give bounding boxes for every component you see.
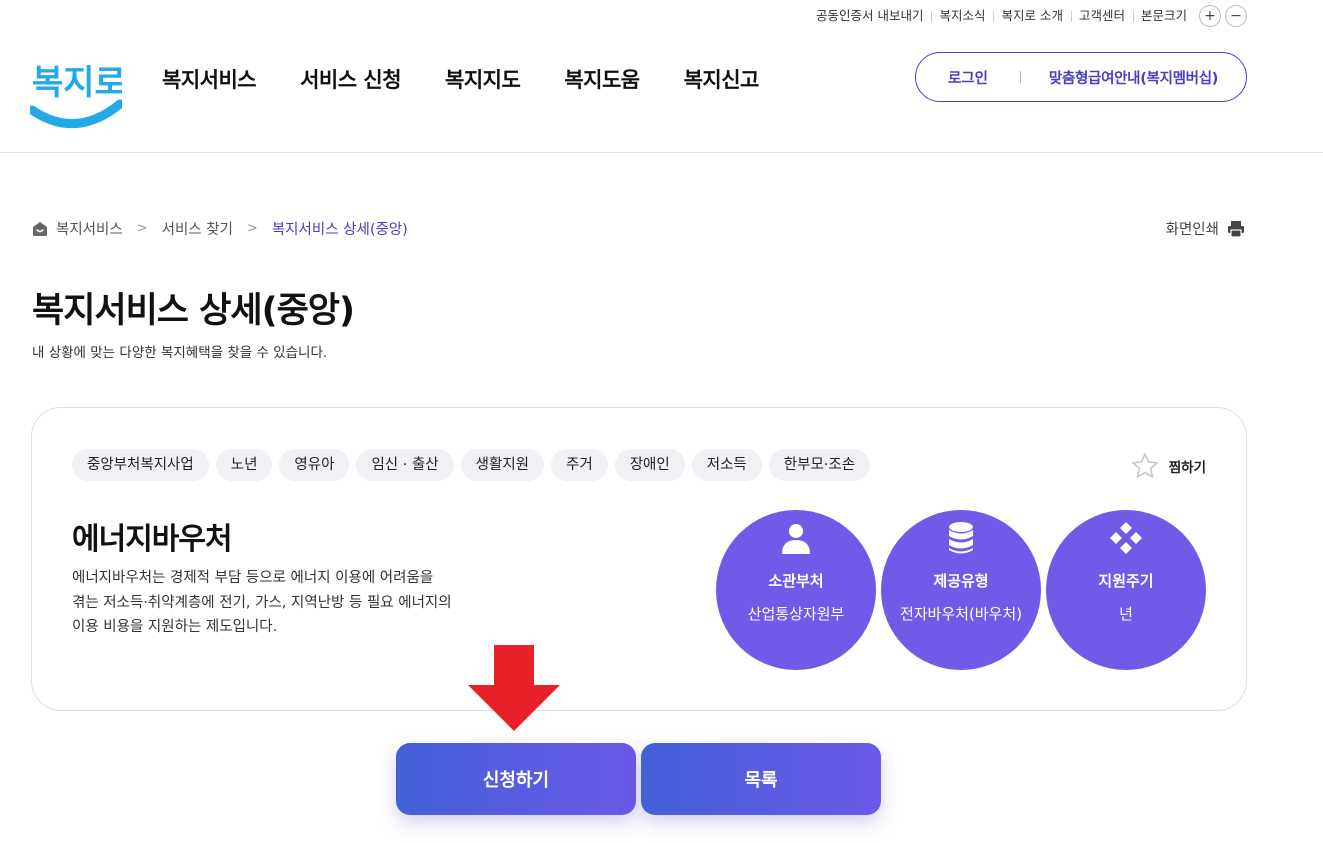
service-name: 에너지바우처	[72, 522, 233, 557]
service-info-list: 소관부처 산업통상자원부 제공유형 전자바우처(바우처) 지원주기 년	[716, 510, 1211, 670]
person-icon	[778, 520, 814, 556]
utility-bar: 공동인증서 내보내기 복지소식 복지로 소개 고객센터 본문크기 + −	[808, 4, 1247, 28]
tag[interactable]: 노년	[215, 449, 273, 481]
cycle-icon	[1108, 520, 1144, 556]
tag[interactable]: 임신 · 출산	[356, 449, 454, 481]
info-value: 년	[1119, 605, 1133, 623]
breadcrumb-item-current: 복지서비스 상세(중앙)	[271, 222, 408, 238]
page-title: 복지서비스 상세(중앙)	[32, 291, 355, 331]
nav-welfare-report[interactable]: 복지신고	[684, 64, 760, 94]
membership-button[interactable]: 맞춤형급여안내(복지멤버십)	[1021, 67, 1246, 88]
util-link-cert-export[interactable]: 공동인증서 내보내기	[808, 4, 931, 28]
home-icon[interactable]	[32, 221, 48, 237]
print-label: 화면인쇄	[1165, 222, 1219, 238]
wish-label: 찜하기	[1168, 460, 1206, 476]
chevron-right-icon: >	[246, 221, 258, 236]
info-value: 전자바우처(바우처)	[899, 605, 1023, 623]
font-size-label: 본문크기	[1132, 4, 1195, 28]
util-link-customer-center[interactable]: 고객센터	[1070, 4, 1133, 28]
main-nav: 복지서비스 서비스 신청 복지지도 복지도움 복지신고	[162, 64, 803, 94]
tag-list: 중앙부처복지사업 노년 영유아 임신 · 출산 생활지원 주거 장애인 저소득 …	[72, 449, 877, 481]
tag[interactable]: 생활지원	[460, 449, 545, 481]
service-description: 에너지바우처는 경제적 부담 등으로 에너지 이용에 어려움을 겪는 저소득·취…	[72, 570, 452, 635]
tag[interactable]: 주거	[551, 449, 608, 481]
database-icon	[943, 520, 979, 556]
nav-service-application[interactable]: 서비스 신청	[300, 64, 401, 94]
info-label: 소관부처	[768, 572, 824, 590]
print-button[interactable]: 화면인쇄	[1166, 218, 1245, 239]
login-box: 로그인 맞춤형급여안내(복지멤버십)	[915, 52, 1247, 102]
service-card: 중앙부처복지사업 노년 영유아 임신 · 출산 생활지원 주거 장애인 저소득 …	[31, 407, 1247, 711]
info-department: 소관부처 산업통상자원부	[716, 510, 876, 670]
page-subtitle: 내 상황에 맞는 다양한 복지혜택을 찾을 수 있습니다.	[32, 345, 328, 361]
tag[interactable]: 중앙부처복지사업	[72, 449, 209, 481]
logo[interactable]: 복지로	[30, 48, 122, 132]
breadcrumb: 복지서비스 > 서비스 찾기 > 복지서비스 상세(중앙)	[32, 218, 408, 239]
login-button[interactable]: 로그인	[916, 67, 1020, 88]
logo-text: 복지로	[32, 63, 122, 103]
tag[interactable]: 한부모·조손	[768, 449, 871, 481]
info-label: 지원주기	[1098, 572, 1154, 590]
util-link-about[interactable]: 복지로 소개	[993, 4, 1070, 28]
list-button[interactable]: 목록	[641, 743, 881, 815]
wish-button[interactable]: 찜하기	[1131, 452, 1206, 480]
info-label: 제공유형	[933, 572, 989, 590]
header: 복지로 복지서비스 서비스 신청 복지지도 복지도움 복지신고 로그인 맞춤형급…	[0, 30, 1323, 153]
zoom-out-button[interactable]: −	[1225, 5, 1247, 27]
breadcrumb-item-service-search[interactable]: 서비스 찾기	[162, 218, 233, 239]
chevron-right-icon: >	[136, 221, 148, 236]
tag[interactable]: 장애인	[614, 449, 685, 481]
nav-welfare-services[interactable]: 복지서비스	[162, 64, 257, 94]
printer-icon	[1227, 220, 1245, 238]
breadcrumb-item-welfare-services[interactable]: 복지서비스	[56, 218, 123, 239]
info-support-cycle: 지원주기 년	[1046, 510, 1206, 670]
apply-button[interactable]: 신청하기	[396, 743, 636, 815]
zoom-in-button[interactable]: +	[1199, 5, 1221, 27]
nav-welfare-map[interactable]: 복지지도	[445, 64, 521, 94]
info-value: 산업통상자원부	[747, 605, 845, 623]
arrow-down-icon	[468, 645, 560, 731]
nav-welfare-help[interactable]: 복지도움	[564, 64, 640, 94]
tag[interactable]: 영유아	[279, 449, 350, 481]
tag[interactable]: 저소득	[691, 449, 762, 481]
util-link-news[interactable]: 복지소식	[931, 4, 993, 28]
star-icon	[1131, 452, 1159, 480]
info-provision-type: 제공유형 전자바우처(바우처)	[881, 510, 1041, 670]
